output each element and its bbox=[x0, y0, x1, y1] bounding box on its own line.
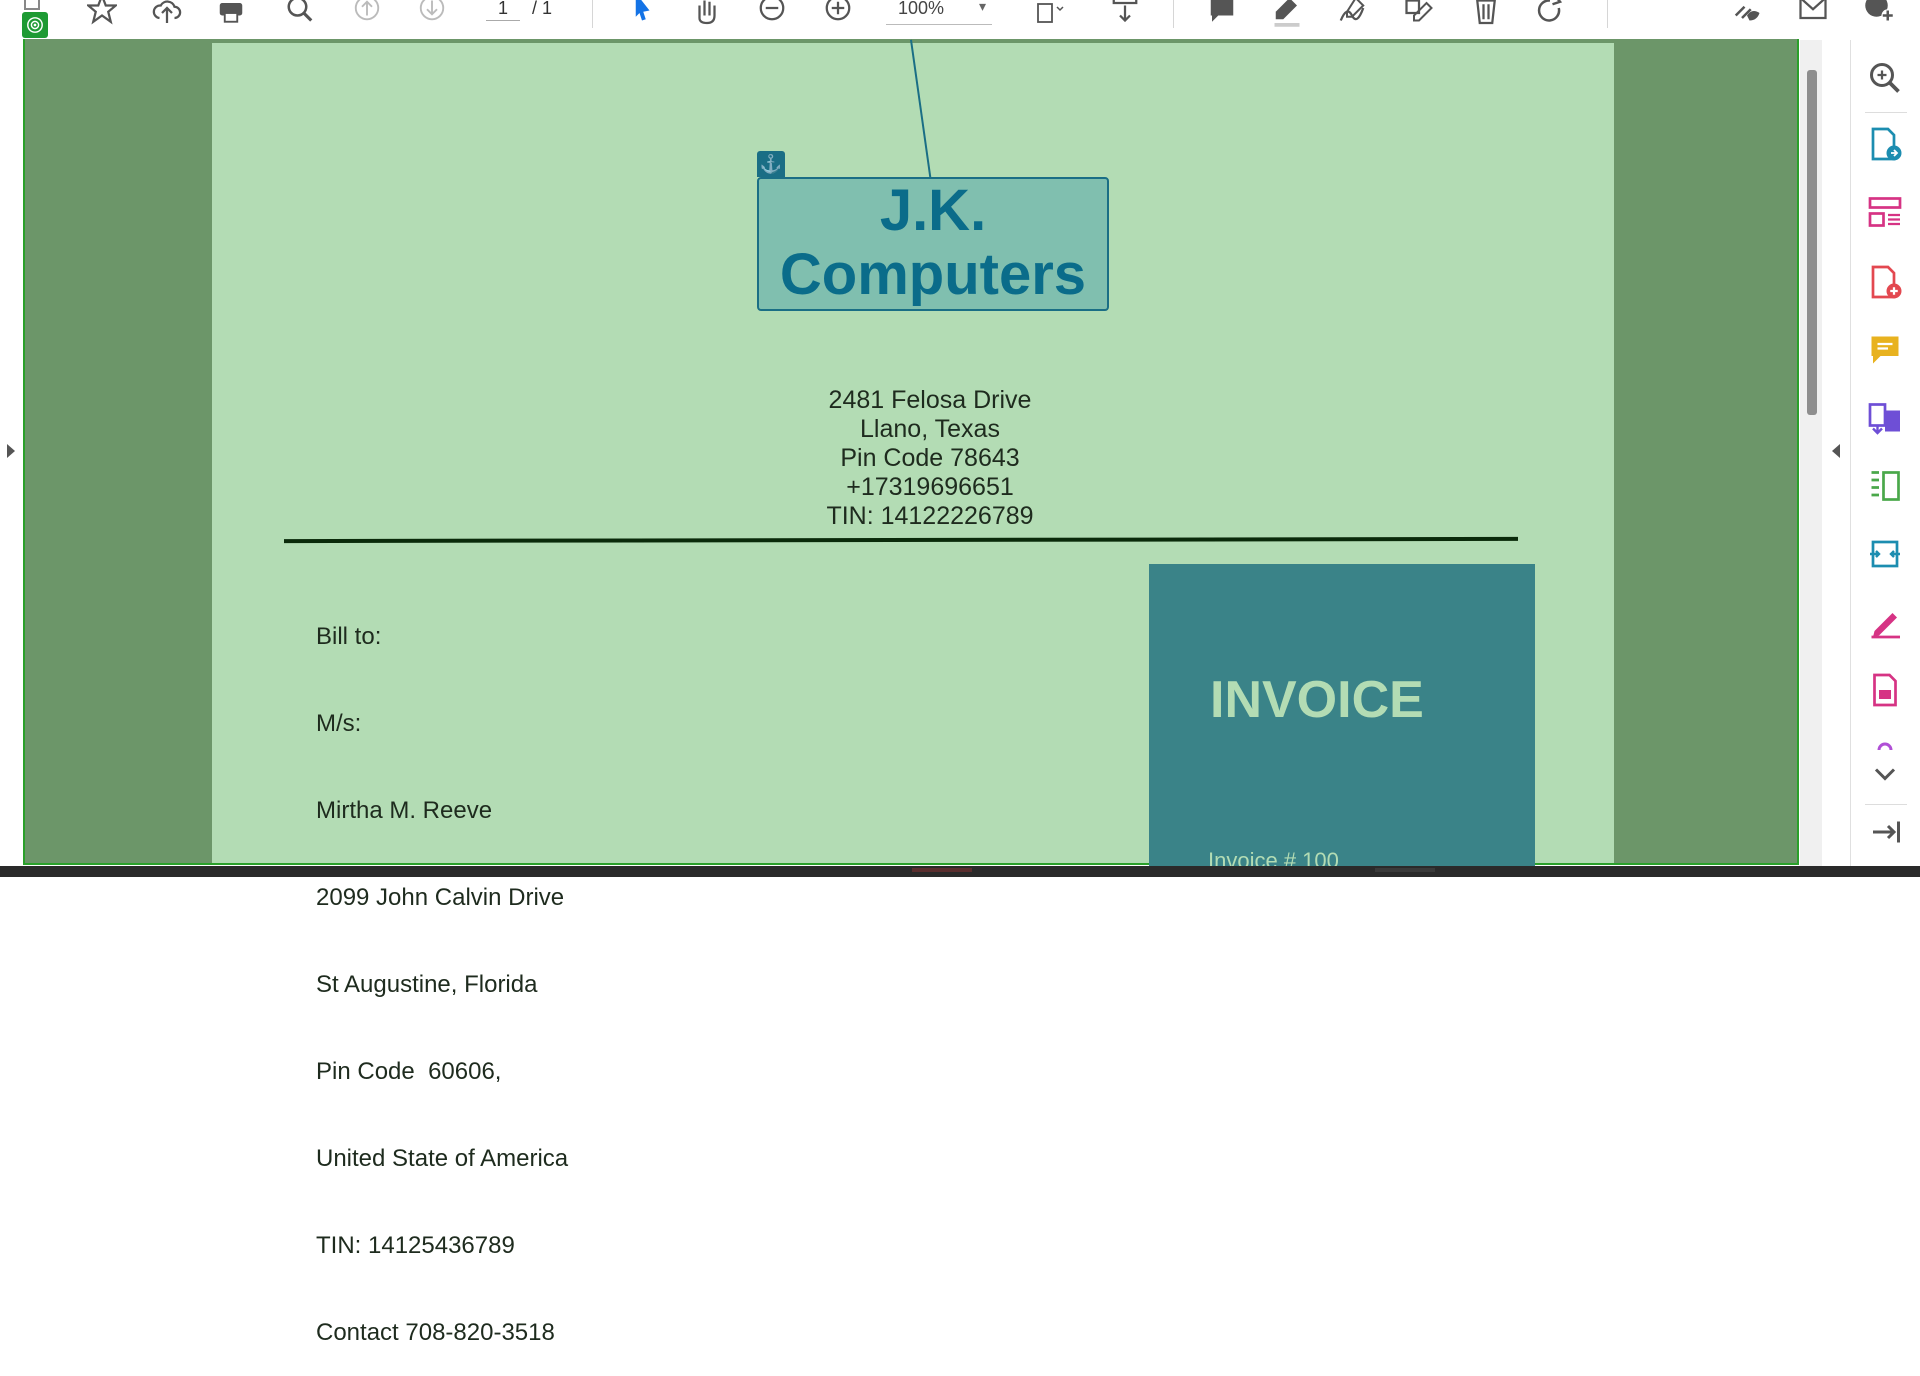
compress-icon[interactable] bbox=[1865, 466, 1905, 506]
highlight-icon[interactable] bbox=[1270, 0, 1304, 27]
zoom-value: 100% bbox=[898, 0, 945, 18]
comment-tool-icon[interactable] bbox=[1865, 330, 1905, 370]
bookmark-star-icon[interactable] bbox=[85, 0, 119, 26]
print-icon[interactable] bbox=[214, 0, 248, 26]
chevron-down-icon: ▾ bbox=[978, 0, 986, 14]
left-panel-toggle[interactable] bbox=[0, 40, 22, 866]
anchor-icon[interactable]: ⚓ bbox=[757, 151, 785, 177]
address-line: Pin Code 78643 bbox=[840, 444, 1020, 472]
company-title-line1: J.K. bbox=[879, 178, 987, 243]
toolbar-divider bbox=[592, 0, 593, 28]
right-panel-toggle[interactable] bbox=[1822, 40, 1851, 866]
page-total: / 1 bbox=[532, 0, 553, 18]
more-chevron-icon[interactable] bbox=[1865, 754, 1905, 794]
rotate-icon[interactable] bbox=[1533, 0, 1567, 26]
bill-to-street: 2099 John Calvin Drive bbox=[316, 884, 565, 911]
next-page-icon[interactable] bbox=[415, 0, 449, 26]
scrollbar-thumb[interactable] bbox=[1807, 70, 1817, 415]
zoom-select[interactable]: 100% ▾ bbox=[886, 0, 992, 25]
scroll-mode-icon[interactable] bbox=[1108, 0, 1142, 26]
export-pdf-icon[interactable] bbox=[1865, 124, 1905, 164]
zoom-in-icon[interactable] bbox=[821, 0, 855, 26]
convert-icon[interactable] bbox=[1865, 534, 1905, 574]
address-line: TIN: 14122226789 bbox=[826, 502, 1034, 530]
target-icon[interactable] bbox=[22, 12, 48, 38]
invoice-title: INVOICE bbox=[1210, 671, 1424, 729]
company-title-textbox[interactable]: J.K. Computers bbox=[757, 177, 1109, 311]
vertical-scrollbar[interactable] bbox=[1800, 40, 1822, 866]
panel-divider bbox=[1865, 804, 1907, 805]
bill-to-country: United State of America bbox=[316, 1145, 569, 1172]
collapse-panel-icon[interactable] bbox=[1865, 812, 1905, 852]
bill-to-block: Bill to: M/s: Mirtha M. Reeve 2099 John … bbox=[316, 564, 568, 1376]
organize-pages-icon[interactable] bbox=[1865, 192, 1905, 232]
mail-icon[interactable] bbox=[1796, 0, 1830, 26]
previous-page-icon[interactable] bbox=[350, 0, 384, 26]
company-title-line2: Computers bbox=[779, 242, 1087, 307]
delete-icon[interactable] bbox=[1469, 0, 1503, 26]
address-line: Llano, Texas bbox=[860, 415, 1000, 443]
expand-right-icon bbox=[7, 444, 15, 458]
bill-to-tin: TIN: 14125436789 bbox=[316, 1232, 515, 1259]
upload-cloud-icon[interactable] bbox=[150, 0, 184, 26]
select-arrow-icon[interactable] bbox=[625, 0, 659, 26]
company-address: 2481 Felosa Drive Llano, Texas Pin Code … bbox=[780, 386, 1080, 531]
top-toolbar: 1 / 1 100% ▾ bbox=[0, 0, 1920, 40]
bill-to-ms: M/s: bbox=[316, 710, 362, 737]
hand-pan-icon[interactable] bbox=[690, 0, 724, 26]
bill-to-name: Mirtha M. Reeve bbox=[316, 797, 493, 824]
fill-sign-icon[interactable] bbox=[1865, 602, 1905, 642]
draw-icon[interactable] bbox=[1335, 0, 1369, 26]
panel-divider bbox=[1865, 112, 1907, 113]
toolbar-divider bbox=[1607, 0, 1608, 28]
bill-to-contact: Contact 708-820-3518 bbox=[316, 1319, 555, 1346]
taskbar-strip bbox=[0, 866, 1920, 877]
toolbar-divider bbox=[1173, 0, 1174, 28]
bill-to-label: Bill to: bbox=[316, 623, 382, 650]
right-tools-panel bbox=[1851, 40, 1920, 866]
share-user-icon[interactable] bbox=[1862, 0, 1896, 26]
link-icon[interactable] bbox=[1730, 0, 1764, 26]
zoom-search-icon[interactable] bbox=[283, 0, 317, 26]
combine-files-icon[interactable] bbox=[1865, 398, 1905, 438]
comment-icon[interactable] bbox=[1205, 0, 1239, 26]
zoom-out-icon[interactable] bbox=[755, 0, 789, 26]
bill-to-city: St Augustine, Florida bbox=[316, 971, 538, 998]
page-fit-icon[interactable] bbox=[1025, 0, 1075, 26]
collapse-left-icon bbox=[1832, 444, 1840, 458]
taskbar-indicator bbox=[1375, 868, 1435, 872]
create-pdf-icon[interactable] bbox=[1865, 262, 1905, 302]
address-line: 2481 Felosa Drive bbox=[828, 386, 1032, 414]
bill-to-pin: Pin Code 60606, bbox=[316, 1058, 502, 1085]
address-line: +17319696651 bbox=[846, 473, 1014, 501]
zoom-tool-icon[interactable] bbox=[1865, 58, 1905, 98]
protect-icon[interactable] bbox=[1865, 670, 1905, 710]
edit-icon[interactable] bbox=[1402, 0, 1436, 26]
page-number-input[interactable]: 1 bbox=[486, 0, 520, 21]
taskbar-indicator bbox=[912, 868, 972, 872]
